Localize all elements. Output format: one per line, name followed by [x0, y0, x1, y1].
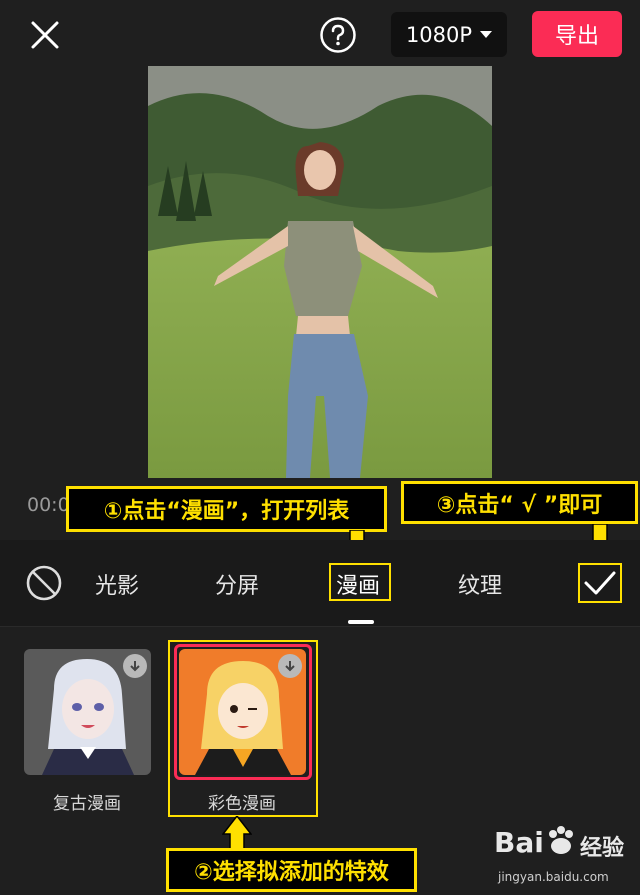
tab-highlight-box — [329, 563, 391, 601]
download-icon[interactable] — [123, 654, 147, 678]
tab-active-indicator — [348, 620, 374, 624]
top-bar: 1080P 导出 — [0, 0, 640, 66]
resolution-label: 1080P — [405, 22, 473, 47]
close-icon[interactable] — [28, 18, 62, 52]
no-effect-icon[interactable] — [24, 563, 64, 603]
callout-step2: ②选择拟添加的特效 — [166, 848, 417, 892]
watermark-brand: Bai — [494, 826, 544, 859]
watermark-url: jingyan.baidu.com — [498, 870, 609, 884]
paw-icon — [549, 826, 573, 854]
category-tab-bar: 光影 分屏 漫画 纹理 — [0, 540, 640, 627]
effect-label: 彩色漫画 — [208, 794, 276, 814]
timecode: 00:0 — [27, 494, 70, 516]
arrow-up-icon — [222, 816, 252, 851]
download-icon[interactable] — [278, 654, 302, 678]
preview-area: 00:0 — [0, 66, 640, 540]
tab-split-screen[interactable]: 分屏 — [215, 568, 259, 600]
resolution-dropdown[interactable]: 1080P — [391, 12, 507, 57]
callout-step1: ①点击“漫画”，打开列表 — [66, 486, 387, 532]
export-button[interactable]: 导出 — [532, 11, 622, 57]
effect-card-color-comic[interactable] — [179, 649, 306, 775]
video-preview — [148, 66, 492, 478]
caret-down-icon — [480, 31, 493, 38]
effect-card-retro-comic[interactable] — [24, 649, 151, 775]
callout-step3: ③点击“ √ ”即可 — [401, 481, 638, 524]
effect-label: 复古漫画 — [53, 794, 121, 814]
tab-light[interactable]: 光影 — [95, 568, 139, 600]
confirm-check-icon[interactable] — [578, 563, 622, 603]
baidu-watermark: Bai 经验 jingyan.baidu.com — [488, 818, 638, 895]
help-icon[interactable] — [319, 16, 357, 54]
watermark-brand2: 经验 — [580, 836, 625, 861]
tab-texture[interactable]: 纹理 — [458, 568, 502, 600]
